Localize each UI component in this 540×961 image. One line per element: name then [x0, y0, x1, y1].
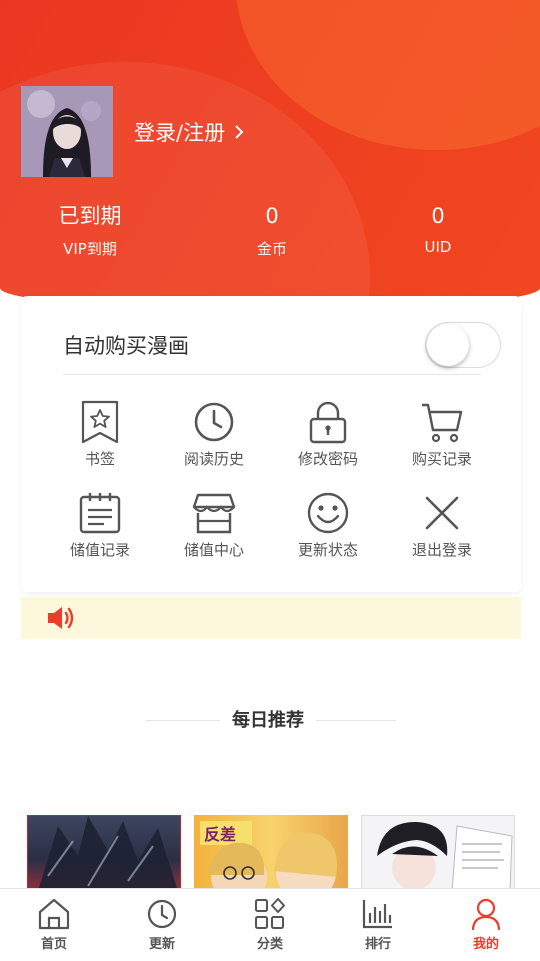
- login-register-link[interactable]: 登录/注册: [134, 115, 245, 149]
- menu-item-topup-history[interactable]: 储值记录: [43, 491, 157, 560]
- menu-item-bookmark[interactable]: 书签: [43, 400, 157, 469]
- auto-buy-toggle[interactable]: [425, 322, 501, 368]
- clock-icon: [147, 899, 177, 929]
- auto-buy-row: 自动购买漫画: [63, 316, 501, 375]
- section-title: 每日推荐: [220, 706, 316, 732]
- menu-item-update-status[interactable]: 更新状态: [271, 491, 385, 560]
- lock-icon: [309, 401, 347, 444]
- cart-icon: [422, 403, 463, 443]
- recommend-list: 反差: [27, 815, 517, 890]
- user-icon: [471, 898, 501, 931]
- tab-label: 排行: [364, 937, 391, 952]
- menu-item-purchase-history[interactable]: 购买记录: [385, 400, 499, 469]
- tab-updates[interactable]: 更新: [108, 889, 216, 961]
- tab-label: 更新: [148, 937, 175, 952]
- toggle-knob: [427, 324, 469, 366]
- bottom-tab-bar: 首页 更新 分类 排行 我的: [0, 888, 540, 961]
- tab-home[interactable]: 首页: [0, 889, 108, 961]
- close-icon: [425, 496, 459, 530]
- menu-label: 储值中心: [183, 541, 244, 559]
- tab-label: 分类: [256, 937, 283, 952]
- menu-grid: 书签 阅读历史 修改密码 购买记录 储值记录 储值中心 更新状态 退出登录: [43, 400, 499, 560]
- menu-label: 退出登录: [411, 541, 472, 559]
- menu-label: 更新状态: [297, 541, 358, 559]
- ranking-icon: [362, 900, 392, 929]
- menu-item-reading-history[interactable]: 阅读历史: [157, 400, 271, 469]
- tab-ranking[interactable]: 排行: [324, 889, 432, 961]
- category-icon: [255, 898, 285, 929]
- comic-cover[interactable]: [27, 815, 181, 890]
- menu-item-change-password[interactable]: 修改密码: [271, 400, 385, 469]
- login-register-label: 登录/注册: [134, 121, 226, 145]
- vip-status-label: VIP到期: [63, 240, 117, 258]
- account-stats: 已到期 VIP到期 0 金币 0 UID: [0, 200, 540, 259]
- tab-mine[interactable]: 我的: [432, 889, 540, 961]
- store-icon: [192, 493, 236, 534]
- home-icon: [38, 898, 70, 930]
- menu-item-topup-center[interactable]: 储值中心: [157, 491, 271, 560]
- menu-label: 储值记录: [69, 541, 130, 559]
- tab-categories[interactable]: 分类: [216, 889, 324, 961]
- coins-value: 0: [265, 204, 279, 228]
- svg-text:反差: 反差: [204, 825, 236, 844]
- menu-label: 书签: [84, 450, 115, 468]
- coins-label: 金币: [256, 240, 287, 258]
- menu-label: 购买记录: [411, 450, 472, 468]
- stat-uid: 0 UID: [378, 200, 498, 259]
- smile-icon: [307, 492, 349, 534]
- settings-card: 自动购买漫画 书签 阅读历史 修改密码 购买记录 储值记录 储值中心 更新状态 …: [21, 296, 521, 592]
- profile-header: 登录/注册 已到期 VIP到期 0 金币 0 UID: [0, 0, 540, 310]
- speaker-icon: [48, 607, 74, 629]
- stat-vip[interactable]: 已到期 VIP到期: [14, 200, 166, 259]
- notice-bar[interactable]: [21, 597, 521, 639]
- menu-label: 修改密码: [297, 450, 358, 468]
- avatar[interactable]: [21, 86, 113, 177]
- comic-cover[interactable]: 反差: [194, 815, 348, 890]
- chevron-right-icon: [235, 125, 244, 139]
- vip-status-value: 已到期: [58, 204, 122, 228]
- auto-buy-label: 自动购买漫画: [63, 334, 189, 358]
- tab-label: 我的: [472, 937, 499, 952]
- uid-value: 0: [431, 204, 445, 228]
- bookmark-icon: [81, 400, 119, 444]
- comic-cover[interactable]: [361, 815, 515, 890]
- menu-label: 阅读历史: [183, 450, 244, 468]
- uid-label: UID: [424, 238, 452, 256]
- menu-item-logout[interactable]: 退出登录: [385, 491, 499, 560]
- clock-icon: [194, 402, 234, 442]
- stat-coins[interactable]: 0 金币: [166, 200, 378, 259]
- calendar-icon: [79, 493, 121, 534]
- daily-recommend-heading: 每日推荐: [146, 704, 396, 736]
- tab-label: 首页: [40, 937, 67, 952]
